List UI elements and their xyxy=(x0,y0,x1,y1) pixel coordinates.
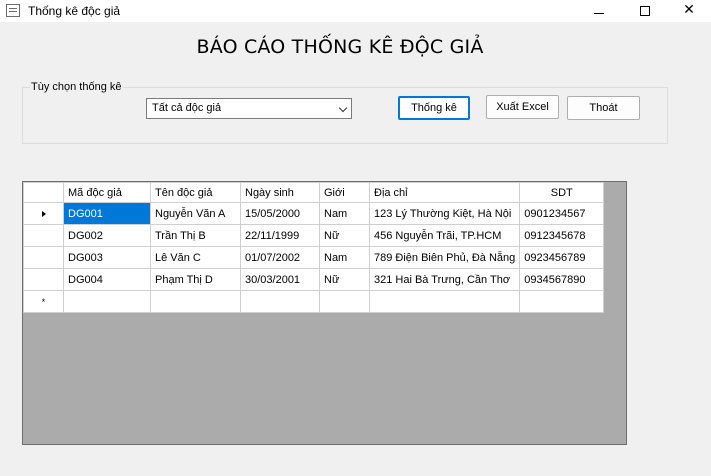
filter-selected-value: Tất cả độc giả xyxy=(152,102,222,114)
table-cell[interactable]: Trần Thị B xyxy=(150,224,241,247)
minimize-icon xyxy=(594,13,604,14)
table-cell[interactable]: Lê Văn C xyxy=(150,246,241,269)
table-cell[interactable]: Nam xyxy=(319,246,370,269)
current-row-icon xyxy=(41,210,46,217)
stats-button[interactable]: Thống kê xyxy=(398,96,470,120)
title-bar: Thống kê độc giả ✕ xyxy=(0,0,711,22)
maximize-icon xyxy=(640,6,650,16)
row-header[interactable] xyxy=(23,202,64,225)
table-cell[interactable]: 15/05/2000 xyxy=(240,202,320,225)
table-cell[interactable]: DG001 xyxy=(63,202,151,225)
report-title: BÁO CÁO THỐNG KÊ ĐỘC GIẢ xyxy=(196,36,484,58)
window-title: Thống kê độc giả xyxy=(28,4,121,18)
table-row[interactable]: DG002 Trần Thị B 22/11/1999 Nữ 456 Nguyễ… xyxy=(23,224,605,247)
form-icon xyxy=(6,4,20,17)
table-cell[interactable]: 789 Điện Biên Phủ, Đà Nẵng xyxy=(368,246,521,269)
new-row[interactable]: * xyxy=(23,290,605,313)
chevron-down-icon xyxy=(338,103,348,113)
maximize-button[interactable] xyxy=(622,0,668,22)
column-header[interactable]: Mã độc giả xyxy=(63,182,151,203)
options-group-legend: Tùy chọn thống kê xyxy=(30,81,123,93)
close-icon: ✕ xyxy=(683,2,695,18)
table-cell[interactable]: 0912345678 xyxy=(519,224,605,247)
export-excel-button[interactable]: Xuất Excel xyxy=(486,95,559,119)
header-row: Mã độc giả Tên độc giả Ngày sinh Giới Đị… xyxy=(23,182,605,203)
table-cell[interactable]: 0923456789 xyxy=(519,246,605,269)
table-cell[interactable]: DG004 xyxy=(63,268,151,291)
table-cell[interactable]: Nam xyxy=(319,202,370,225)
table-cell[interactable]: Nữ xyxy=(319,268,370,291)
table-cell[interactable]: 22/11/1999 xyxy=(240,224,320,247)
column-header[interactable]: SDT xyxy=(519,182,605,203)
new-row-marker: * xyxy=(23,290,64,313)
table-cell[interactable] xyxy=(319,290,370,313)
table-cell[interactable]: 0901234567 xyxy=(519,202,605,225)
table-cell[interactable]: 0934567890 xyxy=(519,268,605,291)
table-row[interactable]: DG003 Lê Văn C 01/07/2002 Nam 789 Điện B… xyxy=(23,246,605,269)
close-button[interactable]: ✕ xyxy=(666,0,711,22)
column-header[interactable]: Địa chỉ xyxy=(368,182,521,203)
row-header[interactable] xyxy=(23,246,64,269)
exit-button[interactable]: Thoát xyxy=(567,96,640,120)
table-cell[interactable]: 123 Lý Thường Kiệt, Hà Nội xyxy=(368,202,521,225)
readers-datagrid[interactable]: Mã độc giả Tên độc giả Ngày sinh Giới Đị… xyxy=(22,181,627,445)
table-row[interactable]: DG001 Nguyễn Văn A 15/05/2000 Nam 123 Lý… xyxy=(23,202,605,225)
table-cell[interactable]: 30/03/2001 xyxy=(240,268,320,291)
table-cell[interactable] xyxy=(150,290,241,313)
minimize-button[interactable] xyxy=(576,0,622,22)
table-cell[interactable]: 321 Hai Bà Trưng, Cần Thơ xyxy=(368,268,521,291)
readers-table: Mã độc giả Tên độc giả Ngày sinh Giới Đị… xyxy=(23,182,605,313)
table-cell[interactable]: 01/07/2002 xyxy=(240,246,320,269)
table-cell[interactable] xyxy=(368,290,521,313)
row-header[interactable] xyxy=(23,268,64,291)
table-cell[interactable] xyxy=(240,290,320,313)
table-cell[interactable]: DG002 xyxy=(63,224,151,247)
corner-header[interactable] xyxy=(23,182,64,203)
table-cell[interactable]: DG003 xyxy=(63,246,151,269)
table-cell[interactable]: 456 Nguyễn Trãi, TP.HCM xyxy=(368,224,521,247)
table-cell[interactable]: Nguyễn Văn A xyxy=(150,202,241,225)
table-row[interactable]: DG004 Phạm Thị D 30/03/2001 Nữ 321 Hai B… xyxy=(23,268,605,291)
table-cell[interactable]: Phạm Thị D xyxy=(150,268,241,291)
table-cell[interactable] xyxy=(519,290,605,313)
column-header[interactable]: Giới xyxy=(319,182,370,203)
column-header[interactable]: Tên độc giả xyxy=(150,182,241,203)
row-header[interactable] xyxy=(23,224,64,247)
column-header[interactable]: Ngày sinh xyxy=(240,182,320,203)
table-cell[interactable]: Nữ xyxy=(319,224,370,247)
filter-combobox[interactable]: Tất cả độc giả xyxy=(146,98,352,119)
table-cell[interactable] xyxy=(63,290,151,313)
